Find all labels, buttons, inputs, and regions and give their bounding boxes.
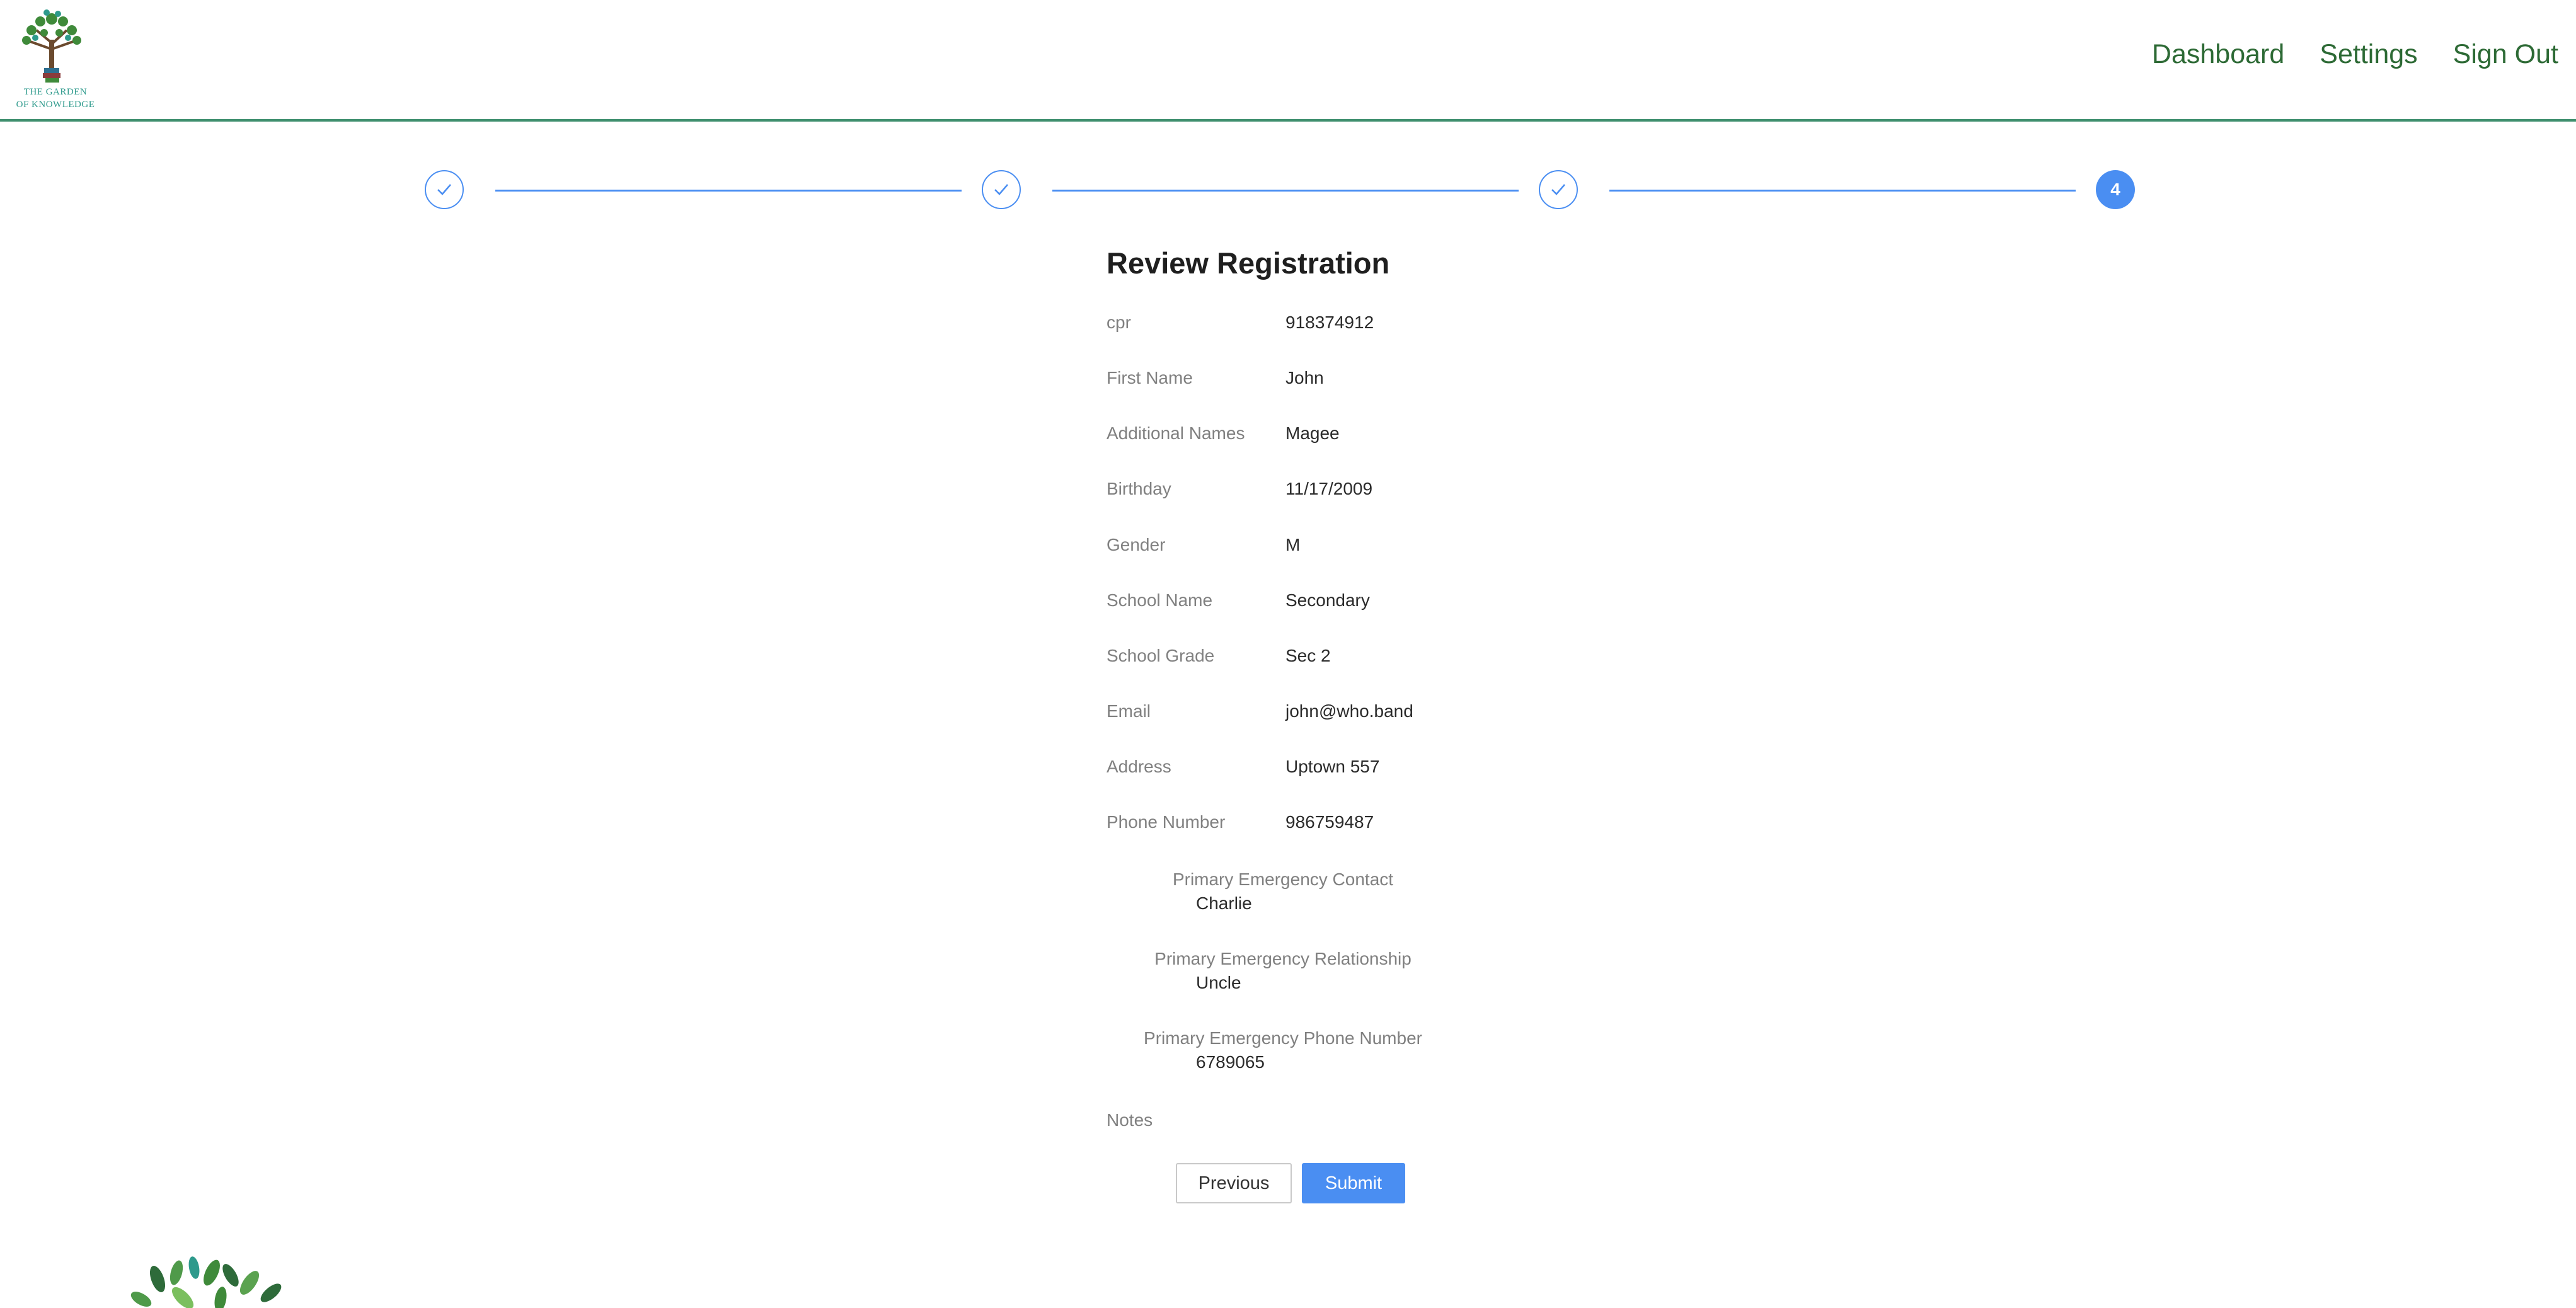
field-row-gender: Gender M <box>1107 535 1548 560</box>
emergency-contact-block: Primary Emergency Contact Charlie <box>1107 869 1459 920</box>
previous-button[interactable]: Previous <box>1176 1163 1292 1203</box>
field-value: Secondary <box>1285 590 1370 610</box>
step-3-check-icon[interactable] <box>1539 170 1578 209</box>
step-connector <box>495 190 962 192</box>
field-row-address: Address Uptown 557 <box>1107 757 1548 782</box>
field-label: Email <box>1107 701 1151 721</box>
field-label: Address <box>1107 757 1171 776</box>
step-2-check-icon[interactable] <box>982 170 1021 209</box>
step-4-current[interactable]: 4 <box>2096 170 2135 209</box>
field-label: cpr <box>1107 313 1131 332</box>
field-value: M <box>1285 535 1301 554</box>
step-connector <box>1609 190 2076 192</box>
nav-settings[interactable]: Settings <box>2320 39 2417 70</box>
tree-icon <box>22 9 81 83</box>
emergency-phone-block: Primary Emergency Phone Number 6789065 <box>1107 1028 1459 1079</box>
logo-line-1: The Garden <box>23 87 88 97</box>
top-nav: Dashboard Settings Sign Out <box>2152 39 2558 70</box>
field-label: Phone Number <box>1107 812 1226 832</box>
field-value: 6789065 <box>1196 1052 1265 1072</box>
field-label: School Name <box>1107 590 1213 610</box>
field-row-school-grade: School Grade Sec 2 <box>1107 646 1548 671</box>
field-label: Primary Emergency Relationship <box>1154 949 1412 968</box>
submit-button[interactable]: Submit <box>1302 1163 1405 1203</box>
registration-stepper: 4 <box>0 170 2576 214</box>
page-title: Review Registration <box>1107 246 1390 280</box>
field-row-email: Email john@who.band <box>1107 701 1548 726</box>
field-row-additional-names: Additional Names Magee <box>1107 423 1548 449</box>
emergency-relationship-block: Primary Emergency Relationship Uncle <box>1107 949 1459 999</box>
field-row-cpr: cpr 918374912 <box>1107 313 1548 338</box>
field-value: Magee <box>1285 423 1340 443</box>
field-label: Birthday <box>1107 479 1171 498</box>
garden-logo[interactable]: The Garden of Knowledge <box>5 5 100 112</box>
field-row-birthday: Birthday 11/17/2009 <box>1107 479 1548 504</box>
step-1-check-icon[interactable] <box>425 170 464 209</box>
field-value: 986759487 <box>1285 812 1374 832</box>
field-value: 918374912 <box>1285 313 1374 332</box>
field-value: john@who.band <box>1285 701 1413 721</box>
field-row-first-name: First Name John <box>1107 368 1548 393</box>
app-header: The Garden of Knowledge Dashboard Settin… <box>0 0 2576 122</box>
field-label: Additional Names <box>1107 423 1245 443</box>
field-value: Uncle <box>1196 973 1241 992</box>
leaves-decoration-icon <box>130 1256 282 1308</box>
field-value: Charlie <box>1196 893 1252 913</box>
field-value: 11/17/2009 <box>1285 479 1373 498</box>
field-label: Primary Emergency Contact <box>1172 869 1394 889</box>
field-label: School Grade <box>1107 646 1215 665</box>
field-label: Primary Emergency Phone Number <box>1144 1028 1422 1048</box>
field-value: Uptown 557 <box>1285 757 1380 776</box>
field-row-school-name: School Name Secondary <box>1107 590 1548 616</box>
notes-label: Notes <box>1107 1110 1153 1130</box>
field-value: Sec 2 <box>1285 646 1331 665</box>
field-label: Gender <box>1107 535 1166 554</box>
field-label: First Name <box>1107 368 1193 387</box>
field-row-phone-number: Phone Number 986759487 <box>1107 812 1548 837</box>
nav-sign-out[interactable]: Sign Out <box>2453 39 2558 70</box>
field-value: John <box>1285 368 1324 387</box>
step-connector <box>1052 190 1519 192</box>
logo-line-2: of Knowledge <box>16 100 95 110</box>
nav-dashboard[interactable]: Dashboard <box>2152 39 2284 70</box>
